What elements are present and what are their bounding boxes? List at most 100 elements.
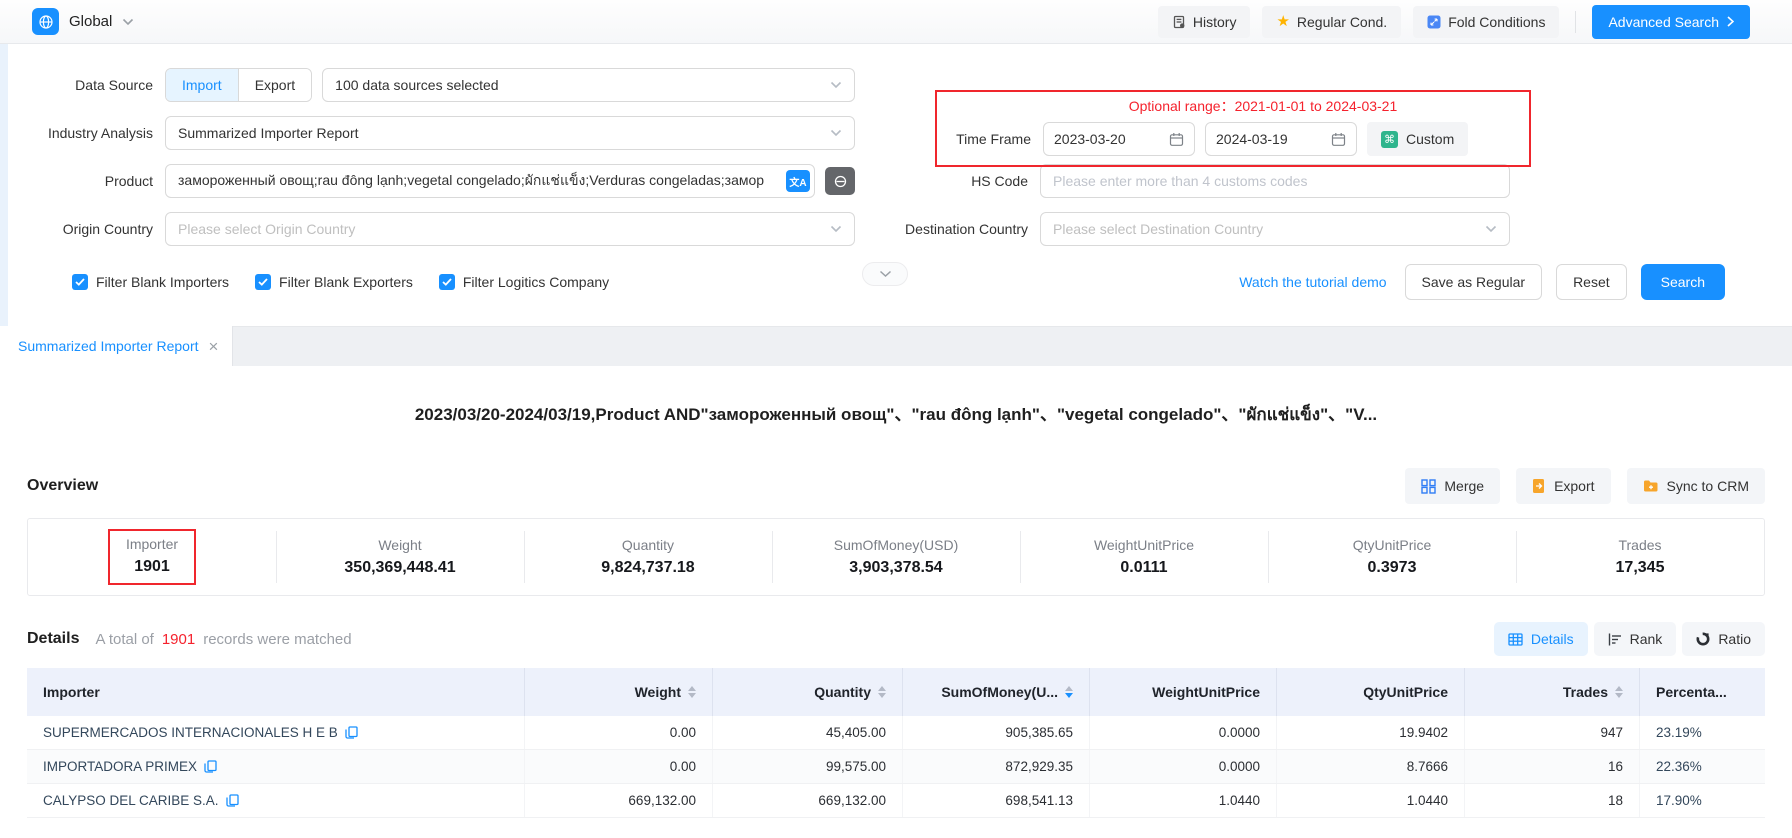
view-details-label: Details — [1531, 631, 1574, 647]
translate-icon[interactable]: 文A — [786, 170, 810, 192]
end-date-value: 2024-03-19 — [1216, 131, 1288, 147]
checkbox-checked-icon — [439, 274, 455, 290]
custom-range-button[interactable]: ⌘ Custom — [1367, 122, 1468, 156]
folder-sync-icon — [1643, 479, 1659, 493]
region-selector[interactable]: Global — [32, 8, 134, 35]
custom-icon: ⌘ — [1381, 131, 1398, 148]
search-button[interactable]: Search — [1641, 264, 1725, 300]
weight-cell: 0.00 — [525, 716, 713, 749]
save-as-regular-button[interactable]: Save as Regular — [1405, 264, 1543, 300]
end-date-input[interactable]: 2024-03-19 — [1205, 122, 1357, 156]
globe-icon — [32, 8, 59, 35]
col-trades[interactable]: Trades — [1465, 668, 1640, 716]
stat-label: QtyUnitPrice — [1353, 537, 1432, 553]
details-bar: Details A total of 1901 records were mat… — [27, 622, 1765, 656]
importer-link[interactable]: SUPERMERCADOS INTERNACIONALES H E B — [43, 725, 358, 740]
percentage-cell: 23.19% — [1640, 716, 1765, 749]
table-row[interactable]: CALYPSO DEL CARIBE S.A. 669,132.00 669,1… — [27, 784, 1765, 818]
chevron-down-icon — [879, 270, 892, 278]
filter-blank-importers-checkbox[interactable]: Filter Blank Importers — [72, 274, 229, 290]
overview-heading: Overview — [27, 477, 98, 495]
overview-bar: Overview Merge Export — [27, 468, 1765, 504]
import-tab[interactable]: Import — [166, 69, 238, 101]
search-mode-icon[interactable] — [825, 167, 855, 195]
view-details-button[interactable]: Details — [1494, 622, 1588, 656]
overview-stats-bar: Importer 1901 Weight 350,369,448.41 Quan… — [27, 518, 1765, 596]
origin-country-select[interactable]: Please select Origin Country — [165, 212, 855, 246]
advanced-search-button[interactable]: Advanced Search — [1592, 5, 1750, 39]
qty-unit-price-cell: 8.7666 — [1277, 750, 1465, 783]
history-button[interactable]: History — [1158, 6, 1251, 38]
export-button[interactable]: Export — [1516, 468, 1610, 504]
stat-label: SumOfMoney(USD) — [834, 537, 958, 553]
stat-value: 3,903,378.54 — [849, 559, 942, 577]
importer-link[interactable]: CALYPSO DEL CARIBE S.A. — [43, 793, 239, 808]
overview-actions: Merge Export Sync to CRM — [1405, 468, 1765, 504]
summary-count: 1901 — [162, 631, 195, 648]
merge-button[interactable]: Merge — [1405, 468, 1500, 504]
stat-value: 0.0111 — [1120, 559, 1167, 577]
data-source-label: Data Source — [0, 77, 165, 93]
destination-country-select[interactable]: Please select Destination Country — [1040, 212, 1510, 246]
checkbox-checked-icon — [72, 274, 88, 290]
qty-unit-price-cell: 19.9402 — [1277, 716, 1465, 749]
product-row: Product 文A HS Code — [0, 164, 1792, 198]
optional-range-note: Optional range：2021-01-01 to 2024-03-21 — [947, 94, 1519, 122]
stat-value: 0.3973 — [1368, 559, 1417, 577]
importer-link[interactable]: IMPORTADORA PRIMEX — [43, 759, 217, 774]
sort-icon — [1615, 686, 1623, 698]
result-tab-strip: Summarized Importer Report × — [0, 326, 1792, 366]
tab-summarized-importer-report[interactable]: Summarized Importer Report × — [0, 326, 233, 366]
copy-icon[interactable] — [345, 726, 358, 739]
export-tab[interactable]: Export — [238, 69, 311, 101]
percentage-cell: 17.90% — [1640, 784, 1765, 817]
rank-icon — [1608, 633, 1622, 646]
merge-icon — [1421, 479, 1436, 494]
product-input[interactable] — [165, 164, 815, 198]
custom-label: Custom — [1406, 131, 1454, 147]
col-quantity[interactable]: Quantity — [713, 668, 903, 716]
filter-blank-exporters-checkbox[interactable]: Filter Blank Exporters — [255, 274, 413, 290]
col-sum-of-money[interactable]: SumOfMoney(U... — [903, 668, 1090, 716]
close-icon[interactable]: × — [209, 338, 219, 355]
view-ratio-button[interactable]: Ratio — [1682, 622, 1765, 656]
quantity-cell: 45,405.00 — [713, 716, 903, 749]
data-sources-select[interactable]: 100 data sources selected — [322, 68, 855, 102]
sync-to-crm-label: Sync to CRM — [1667, 478, 1749, 494]
col-weight[interactable]: Weight — [525, 668, 713, 716]
chevron-right-icon — [1727, 16, 1734, 27]
table-row[interactable]: IMPORTADORA PRIMEX 0.00 99,575.00 872,92… — [27, 750, 1765, 784]
view-rank-button[interactable]: Rank — [1594, 622, 1677, 656]
origin-country-placeholder: Please select Origin Country — [178, 221, 355, 237]
filter-logistics-exporters-label: Filter Blank Exporters — [279, 274, 413, 290]
fold-conditions-button[interactable]: Fold Conditions — [1413, 6, 1559, 38]
quantity-cell: 99,575.00 — [713, 750, 903, 783]
start-date-input[interactable]: 2023-03-20 — [1043, 122, 1195, 156]
copy-icon[interactable] — [204, 760, 217, 773]
hs-code-field: HS Code — [880, 164, 1510, 198]
percentage-cell: 22.36% — [1640, 750, 1765, 783]
sum-cell: 872,929.35 — [903, 750, 1090, 783]
stat-weight: Weight 350,369,448.41 — [276, 519, 524, 595]
sync-to-crm-button[interactable]: Sync to CRM — [1627, 468, 1765, 504]
sum-cell: 905,385.65 — [903, 716, 1090, 749]
stat-value: 350,369,448.41 — [344, 559, 455, 577]
reset-button[interactable]: Reset — [1556, 264, 1627, 300]
copy-icon[interactable] — [226, 794, 239, 807]
merge-label: Merge — [1444, 478, 1484, 494]
stat-trades: Trades 17,345 — [1516, 519, 1764, 595]
table-row[interactable]: SUPERMERCADOS INTERNACIONALES H E B 0.00… — [27, 716, 1765, 750]
regular-cond-button[interactable]: ★ Regular Cond. — [1262, 6, 1401, 38]
collapse-conditions-button[interactable] — [862, 262, 908, 286]
stat-qty-unit-price: QtyUnitPrice 0.3973 — [1268, 519, 1516, 595]
hs-code-input[interactable] — [1040, 164, 1510, 198]
weight-cell: 0.00 — [525, 750, 713, 783]
time-frame-annotation-box: Optional range：2021-01-01 to 2024-03-21 … — [935, 90, 1531, 167]
filter-logistics-company-checkbox[interactable]: Filter Logitics Company — [439, 274, 609, 290]
search-actions: Watch the tutorial demo Save as Regular … — [1239, 264, 1725, 300]
industry-select[interactable]: Summarized Importer Report — [165, 116, 855, 150]
regular-cond-label: Regular Cond. — [1297, 14, 1387, 30]
tutorial-demo-link[interactable]: Watch the tutorial demo — [1239, 274, 1386, 290]
hs-code-label: HS Code — [880, 173, 1040, 189]
stat-label: Quantity — [622, 537, 674, 553]
